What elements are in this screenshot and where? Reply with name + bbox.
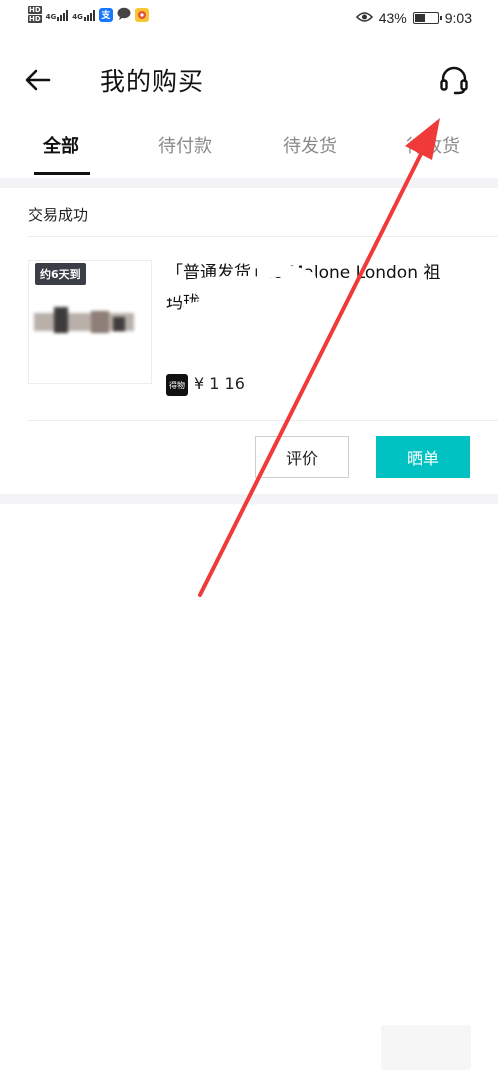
hd-label-1: HD [28, 6, 42, 14]
order-tabs: 全部 待付款 待发货 待收货 [0, 118, 498, 178]
order-divider-top [28, 236, 498, 237]
network-type-2: 4G [72, 12, 83, 21]
section-divider [0, 178, 498, 188]
alipay-icon: 支 [98, 7, 113, 22]
tab-all[interactable]: 全部 [43, 132, 79, 158]
pixel-block-1 [54, 307, 68, 333]
order-card[interactable]: 交易成功 约6天到 「普通发货」Jo Malone London 祖 玛珑 得物… [0, 188, 498, 494]
app-icon [134, 7, 149, 22]
pixel-block-2 [91, 311, 109, 333]
order-status: 交易成功 [28, 206, 89, 224]
message-icon [117, 7, 131, 22]
tab-pending-shipment[interactable]: 待发货 [283, 132, 337, 158]
tab-pending-payment[interactable]: 待付款 [158, 132, 212, 158]
app-header: 我的购买 [0, 38, 498, 118]
arrow-left-icon [25, 69, 51, 91]
status-left: HD HD 4G 4G 支 [28, 6, 149, 23]
network-type-1: 4G [45, 12, 57, 21]
hd-indicator: HD HD [28, 6, 42, 23]
customer-service-button[interactable] [432, 58, 476, 102]
section-divider-bottom [0, 494, 498, 504]
review-button[interactable]: 评价 [255, 436, 349, 478]
signal-icon: 4G [46, 9, 69, 21]
headset-icon [440, 66, 468, 95]
redaction-scribble [160, 264, 410, 378]
status-bar: HD HD 4G 4G 支 43% 9:03 [0, 0, 498, 38]
battery-icon [412, 12, 442, 24]
status-right: 43% 9:03 [355, 10, 472, 26]
share-button[interactable]: 晒单 [376, 436, 470, 478]
product-thumbnail[interactable]: 约6天到 [28, 260, 152, 384]
eye-icon [355, 10, 373, 26]
pixel-block-3 [113, 317, 125, 331]
hd-label-2: HD [28, 15, 42, 23]
page-title: 我的购买 [100, 67, 205, 96]
watermark-patch [381, 1025, 471, 1070]
platform-icon: 得物 [166, 374, 188, 396]
back-button[interactable] [18, 60, 58, 100]
signal-icon-2: 4G [72, 9, 95, 21]
tab-pending-receipt[interactable]: 待收货 [406, 132, 460, 158]
price-text: ¥ 1 16 [194, 374, 245, 393]
eta-badge: 约6天到 [35, 263, 86, 285]
order-divider-bottom [28, 420, 498, 421]
active-tab-indicator [34, 172, 90, 175]
clock: 9:03 [444, 10, 472, 26]
battery-percent: 43% [378, 10, 407, 26]
